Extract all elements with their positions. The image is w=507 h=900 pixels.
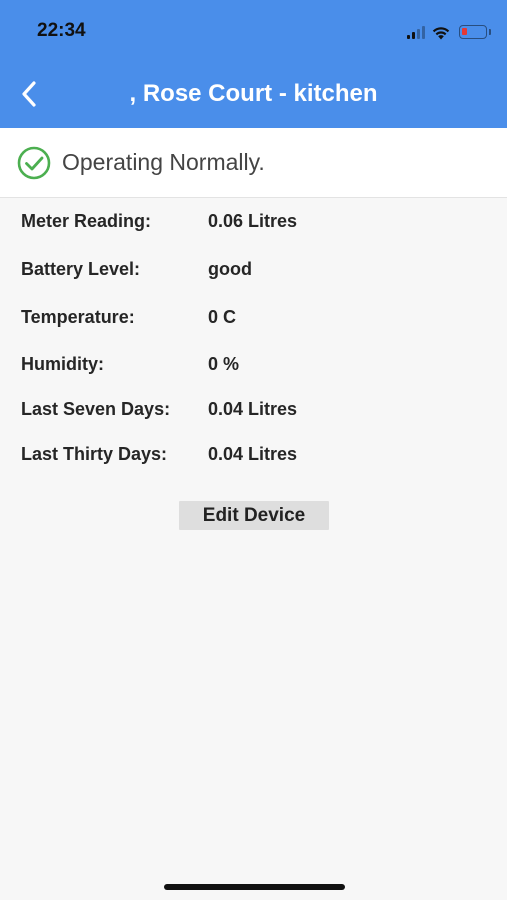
detail-label: Humidity:: [21, 354, 104, 374]
detail-value: 0 C: [208, 307, 237, 327]
detail-label: Last Seven Days:: [21, 399, 171, 419]
detail-label: Last Thirty Days:: [21, 444, 168, 464]
detail-value: 0.04 Litres: [208, 444, 298, 464]
page-title: , Rose Court - kitchen: [129, 80, 378, 107]
device-status-banner: Operating Normally.: [0, 128, 507, 198]
detail-label: Meter Reading:: [21, 211, 152, 231]
detail-value: good: [208, 259, 252, 279]
detail-value: 0.04 Litres: [208, 399, 298, 419]
device-detail-screen: 22:34 , Rose Court - kitchen Operating N…: [0, 0, 507, 900]
app-bar: 22:34 , Rose Court - kitchen: [0, 0, 507, 128]
detail-value: 0 %: [208, 354, 240, 374]
device-status-text: Operating Normally.: [62, 149, 265, 175]
edit-device-button[interactable]: Edit Device: [179, 501, 329, 530]
detail-label: Temperature:: [21, 307, 135, 327]
detail-value: 0.06 Litres: [208, 211, 298, 231]
cellular-signal-icon: [407, 25, 425, 39]
check-circle-icon: [17, 146, 51, 179]
battery-low-icon: [459, 25, 491, 39]
status-time: 22:34: [37, 20, 86, 41]
home-indicator[interactable]: [164, 884, 345, 890]
wifi-icon: [432, 26, 450, 39]
status-icons: [407, 22, 491, 42]
detail-label: Battery Level:: [21, 259, 141, 279]
